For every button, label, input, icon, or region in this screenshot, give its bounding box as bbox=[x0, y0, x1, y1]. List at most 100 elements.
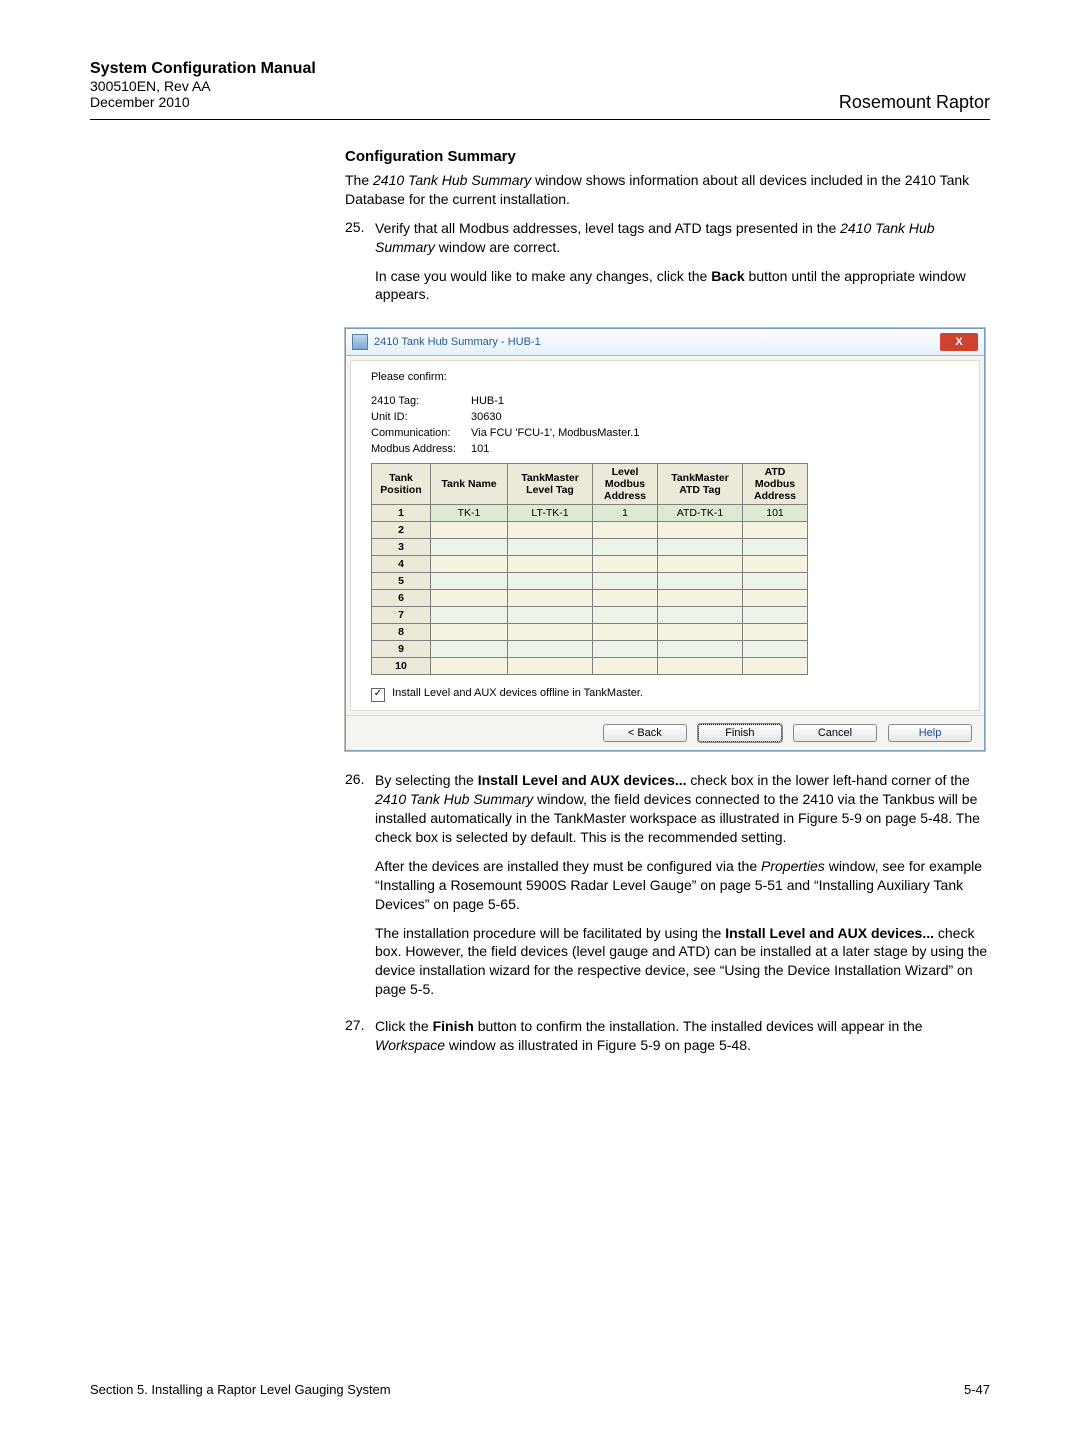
table-cell: ATD-TK-1 bbox=[658, 505, 743, 522]
table-cell bbox=[658, 556, 743, 573]
table-cell bbox=[743, 590, 808, 607]
table-cell bbox=[508, 556, 593, 573]
field-value: 101 bbox=[471, 443, 959, 455]
finish-button[interactable]: Finish bbox=[698, 724, 782, 742]
table-cell bbox=[658, 539, 743, 556]
table-cell bbox=[508, 590, 593, 607]
table-header: Tank Name bbox=[431, 464, 508, 505]
table-cell: 2 bbox=[372, 522, 431, 539]
table-cell: 7 bbox=[372, 607, 431, 624]
dialog-title: 2410 Tank Hub Summary - HUB-1 bbox=[374, 336, 940, 348]
field-value: HUB-1 bbox=[471, 395, 959, 407]
table-row[interactable]: 1TK-1LT-TK-11ATD-TK-1101 bbox=[372, 505, 808, 522]
install-offline-checkbox-row[interactable]: ✓ Install Level and AUX devices offline … bbox=[371, 687, 959, 702]
table-cell bbox=[431, 539, 508, 556]
doc-number: 300510EN, Rev AA bbox=[90, 78, 316, 94]
step-text: After the devices are installed they mus… bbox=[375, 857, 990, 914]
table-cell: 10 bbox=[372, 658, 431, 675]
table-header: TankMaster ATD Tag bbox=[658, 464, 743, 505]
checkbox-icon[interactable]: ✓ bbox=[371, 688, 385, 702]
close-icon[interactable]: X bbox=[940, 333, 978, 351]
doc-date: December 2010 bbox=[90, 94, 316, 110]
table-cell bbox=[508, 539, 593, 556]
table-cell bbox=[431, 573, 508, 590]
table-cell: LT-TK-1 bbox=[508, 505, 593, 522]
table-row[interactable]: 3 bbox=[372, 539, 808, 556]
window-icon bbox=[352, 334, 368, 350]
table-cell bbox=[431, 607, 508, 624]
table-cell bbox=[593, 590, 658, 607]
table-cell: 101 bbox=[743, 505, 808, 522]
table-cell bbox=[593, 556, 658, 573]
step-text: Click the Finish button to confirm the i… bbox=[375, 1017, 990, 1055]
table-cell bbox=[743, 658, 808, 675]
table-row[interactable]: 4 bbox=[372, 556, 808, 573]
step-text: By selecting the Install Level and AUX d… bbox=[375, 771, 990, 847]
step-text: Verify that all Modbus addresses, level … bbox=[375, 219, 990, 257]
dialog-window: 2410 Tank Hub Summary - HUB-1 X Please c… bbox=[345, 328, 985, 751]
table-cell bbox=[743, 556, 808, 573]
table-cell bbox=[431, 590, 508, 607]
field-value: Via FCU 'FCU-1', ModbusMaster.1 bbox=[471, 427, 959, 439]
table-cell: 3 bbox=[372, 539, 431, 556]
table-cell bbox=[508, 624, 593, 641]
table-cell bbox=[593, 539, 658, 556]
table-cell bbox=[593, 624, 658, 641]
table-cell bbox=[593, 658, 658, 675]
step-number: 25. bbox=[345, 219, 375, 315]
footer-page: 5-47 bbox=[964, 1382, 990, 1397]
table-cell: 1 bbox=[372, 505, 431, 522]
table-row[interactable]: 8 bbox=[372, 624, 808, 641]
table-cell bbox=[508, 522, 593, 539]
table-cell bbox=[508, 573, 593, 590]
table-row[interactable]: 10 bbox=[372, 658, 808, 675]
table-cell: 5 bbox=[372, 573, 431, 590]
intro-text: The 2410 Tank Hub Summary window shows i… bbox=[345, 171, 990, 209]
table-header: Tank Position bbox=[372, 464, 431, 505]
table-cell bbox=[658, 522, 743, 539]
table-cell bbox=[593, 641, 658, 658]
field-value: 30630 bbox=[471, 411, 959, 423]
back-button[interactable]: < Back bbox=[603, 724, 687, 742]
table-cell bbox=[593, 522, 658, 539]
field-label: Communication: bbox=[371, 427, 471, 439]
table-cell: 8 bbox=[372, 624, 431, 641]
please-confirm-label: Please confirm: bbox=[371, 371, 959, 383]
manual-title: System Configuration Manual bbox=[90, 60, 316, 78]
table-cell bbox=[743, 522, 808, 539]
tank-table: Tank Position Tank Name TankMaster Level… bbox=[371, 463, 808, 675]
table-row[interactable]: 5 bbox=[372, 573, 808, 590]
table-cell bbox=[431, 624, 508, 641]
table-cell bbox=[658, 590, 743, 607]
table-row[interactable]: 2 bbox=[372, 522, 808, 539]
step-text: In case you would like to make any chang… bbox=[375, 267, 990, 305]
table-cell bbox=[658, 641, 743, 658]
step-26: 26. By selecting the Install Level and A… bbox=[345, 771, 990, 1009]
dialog-titlebar[interactable]: 2410 Tank Hub Summary - HUB-1 X bbox=[346, 329, 984, 356]
help-button[interactable]: Help bbox=[888, 724, 972, 742]
field-label: Unit ID: bbox=[371, 411, 471, 423]
page-header: System Configuration Manual 300510EN, Re… bbox=[90, 60, 990, 120]
step-number: 26. bbox=[345, 771, 375, 1009]
table-row[interactable]: 9 bbox=[372, 641, 808, 658]
table-cell bbox=[658, 624, 743, 641]
table-cell: 6 bbox=[372, 590, 431, 607]
table-cell bbox=[743, 641, 808, 658]
table-row[interactable]: 6 bbox=[372, 590, 808, 607]
table-cell bbox=[431, 556, 508, 573]
table-cell bbox=[658, 658, 743, 675]
table-cell bbox=[593, 607, 658, 624]
product-name: Rosemount Raptor bbox=[839, 92, 990, 113]
cancel-button[interactable]: Cancel bbox=[793, 724, 877, 742]
table-cell bbox=[658, 573, 743, 590]
step-number: 27. bbox=[345, 1017, 375, 1065]
table-cell bbox=[431, 522, 508, 539]
table-row[interactable]: 7 bbox=[372, 607, 808, 624]
table-header: TankMaster Level Tag bbox=[508, 464, 593, 505]
table-cell bbox=[743, 607, 808, 624]
table-cell: 9 bbox=[372, 641, 431, 658]
step-25: 25. Verify that all Modbus addresses, le… bbox=[345, 219, 990, 315]
section-title: Configuration Summary bbox=[345, 148, 990, 165]
table-cell bbox=[593, 573, 658, 590]
table-cell bbox=[431, 641, 508, 658]
